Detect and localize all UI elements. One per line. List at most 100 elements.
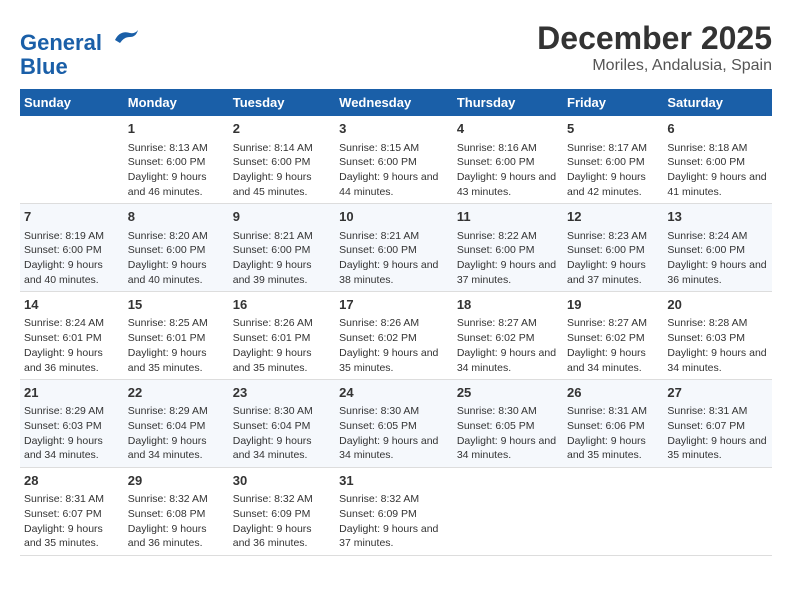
calendar-week-row: 1 Sunrise: 8:13 AMSunset: 6:00 PMDaylight… <box>20 116 772 203</box>
day-info: Sunrise: 8:32 AMSunset: 6:09 PMDaylight:… <box>233 492 331 551</box>
day-info: Sunrise: 8:26 AMSunset: 6:01 PMDaylight:… <box>233 316 331 375</box>
day-info: Sunrise: 8:16 AMSunset: 6:00 PMDaylight:… <box>457 141 559 200</box>
day-info: Sunrise: 8:21 AMSunset: 6:00 PMDaylight:… <box>339 229 449 288</box>
day-info: Sunrise: 8:21 AMSunset: 6:00 PMDaylight:… <box>233 229 331 288</box>
day-number: 23 <box>233 384 331 402</box>
day-info: Sunrise: 8:26 AMSunset: 6:02 PMDaylight:… <box>339 316 449 375</box>
title-area: December 2025 Moriles, Andalusia, Spain <box>537 20 772 75</box>
day-info: Sunrise: 8:30 AMSunset: 6:05 PMDaylight:… <box>457 404 559 463</box>
calendar-day-cell <box>20 116 124 203</box>
calendar-day-cell <box>563 468 663 556</box>
day-info: Sunrise: 8:25 AMSunset: 6:01 PMDaylight:… <box>128 316 225 375</box>
weekday-header-sunday: Sunday <box>20 89 124 116</box>
day-number: 12 <box>567 208 659 226</box>
calendar-day-cell: 24 Sunrise: 8:30 AMSunset: 6:05 PMDayligh… <box>335 380 453 468</box>
weekday-header-tuesday: Tuesday <box>229 89 335 116</box>
calendar-table: SundayMondayTuesdayWednesdayThursdayFrid… <box>20 89 772 556</box>
calendar-day-cell: 17 Sunrise: 8:26 AMSunset: 6:02 PMDayligh… <box>335 292 453 380</box>
day-info: Sunrise: 8:17 AMSunset: 6:00 PMDaylight:… <box>567 141 659 200</box>
logo-blue: Blue <box>20 54 68 79</box>
day-number: 29 <box>128 472 225 490</box>
day-info: Sunrise: 8:32 AMSunset: 6:09 PMDaylight:… <box>339 492 449 551</box>
day-number: 9 <box>233 208 331 226</box>
month-title: December 2025 <box>537 20 772 57</box>
location-title: Moriles, Andalusia, Spain <box>537 57 772 75</box>
day-info: Sunrise: 8:28 AMSunset: 6:03 PMDaylight:… <box>667 316 768 375</box>
day-info: Sunrise: 8:22 AMSunset: 6:00 PMDaylight:… <box>457 229 559 288</box>
day-number: 6 <box>667 120 768 138</box>
day-info: Sunrise: 8:31 AMSunset: 6:07 PMDaylight:… <box>667 404 768 463</box>
calendar-day-cell: 27 Sunrise: 8:31 AMSunset: 6:07 PMDayligh… <box>663 380 772 468</box>
day-number: 2 <box>233 120 331 138</box>
calendar-day-cell: 14Sunrise: 8:24 AMSunset: 6:01 PMDayligh… <box>20 292 124 380</box>
day-info: Sunrise: 8:30 AMSunset: 6:04 PMDaylight:… <box>233 404 331 463</box>
day-info: Sunrise: 8:31 AMSunset: 6:06 PMDaylight:… <box>567 404 659 463</box>
day-info: Sunrise: 8:32 AMSunset: 6:08 PMDaylight:… <box>128 492 225 551</box>
day-number: 30 <box>233 472 331 490</box>
logo-bird-icon <box>110 20 140 50</box>
calendar-day-cell: 25Sunrise: 8:30 AMSunset: 6:05 PMDayligh… <box>453 380 563 468</box>
weekday-header-thursday: Thursday <box>453 89 563 116</box>
calendar-day-cell: 30 Sunrise: 8:32 AMSunset: 6:09 PMDayligh… <box>229 468 335 556</box>
calendar-day-cell: 7 Sunrise: 8:19 AMSunset: 6:00 PMDaylight… <box>20 204 124 292</box>
calendar-day-cell: 22 Sunrise: 8:29 AMSunset: 6:04 PMDayligh… <box>124 380 229 468</box>
weekday-header-wednesday: Wednesday <box>335 89 453 116</box>
calendar-day-cell <box>663 468 772 556</box>
day-number: 28 <box>24 472 120 490</box>
day-info: Sunrise: 8:31 AMSunset: 6:07 PMDaylight:… <box>24 492 120 551</box>
day-info: Sunrise: 8:13 AMSunset: 6:00 PMDaylight:… <box>128 141 225 200</box>
day-number: 20 <box>667 296 768 314</box>
calendar-day-cell: 31 Sunrise: 8:32 AMSunset: 6:09 PMDayligh… <box>335 468 453 556</box>
calendar-day-cell: 1 Sunrise: 8:13 AMSunset: 6:00 PMDaylight… <box>124 116 229 203</box>
calendar-day-cell: 5Sunrise: 8:17 AMSunset: 6:00 PMDaylight… <box>563 116 663 203</box>
day-number: 24 <box>339 384 449 402</box>
day-number: 13 <box>667 208 768 226</box>
calendar-day-cell: 29 Sunrise: 8:32 AMSunset: 6:08 PMDayligh… <box>124 468 229 556</box>
calendar-week-row: 14Sunrise: 8:24 AMSunset: 6:01 PMDayligh… <box>20 292 772 380</box>
calendar-day-cell: 28 Sunrise: 8:31 AMSunset: 6:07 PMDayligh… <box>20 468 124 556</box>
weekday-header-saturday: Saturday <box>663 89 772 116</box>
day-info: Sunrise: 8:19 AMSunset: 6:00 PMDaylight:… <box>24 229 120 288</box>
day-number: 3 <box>339 120 449 138</box>
day-number: 4 <box>457 120 559 138</box>
weekday-header-friday: Friday <box>563 89 663 116</box>
day-number: 8 <box>128 208 225 226</box>
calendar-day-cell: 16Sunrise: 8:26 AMSunset: 6:01 PMDayligh… <box>229 292 335 380</box>
calendar-day-cell: 15 Sunrise: 8:25 AMSunset: 6:01 PMDayligh… <box>124 292 229 380</box>
logo-general: General <box>20 30 102 55</box>
calendar-day-cell: 4 Sunrise: 8:16 AMSunset: 6:00 PMDaylight… <box>453 116 563 203</box>
calendar-day-cell: 21 Sunrise: 8:29 AMSunset: 6:03 PMDayligh… <box>20 380 124 468</box>
day-info: Sunrise: 8:27 AMSunset: 6:02 PMDaylight:… <box>567 316 659 375</box>
day-number: 27 <box>667 384 768 402</box>
day-number: 19 <box>567 296 659 314</box>
day-info: Sunrise: 8:18 AMSunset: 6:00 PMDaylight:… <box>667 141 768 200</box>
weekday-header-row: SundayMondayTuesdayWednesdayThursdayFrid… <box>20 89 772 116</box>
calendar-day-cell: 6 Sunrise: 8:18 AMSunset: 6:00 PMDaylight… <box>663 116 772 203</box>
day-number: 17 <box>339 296 449 314</box>
calendar-day-cell: 2 Sunrise: 8:14 AMSunset: 6:00 PMDaylight… <box>229 116 335 203</box>
calendar-day-cell: 18 Sunrise: 8:27 AMSunset: 6:02 PMDayligh… <box>453 292 563 380</box>
day-number: 22 <box>128 384 225 402</box>
header: General Blue December 2025 Moriles, Anda… <box>20 20 772 79</box>
calendar-day-cell: 20 Sunrise: 8:28 AMSunset: 6:03 PMDayligh… <box>663 292 772 380</box>
day-number: 15 <box>128 296 225 314</box>
day-info: Sunrise: 8:27 AMSunset: 6:02 PMDaylight:… <box>457 316 559 375</box>
calendar-day-cell: 23 Sunrise: 8:30 AMSunset: 6:04 PMDayligh… <box>229 380 335 468</box>
day-info: Sunrise: 8:29 AMSunset: 6:03 PMDaylight:… <box>24 404 120 463</box>
day-number: 21 <box>24 384 120 402</box>
day-number: 1 <box>128 120 225 138</box>
day-info: Sunrise: 8:15 AMSunset: 6:00 PMDaylight:… <box>339 141 449 200</box>
day-number: 31 <box>339 472 449 490</box>
day-number: 10 <box>339 208 449 226</box>
day-info: Sunrise: 8:29 AMSunset: 6:04 PMDaylight:… <box>128 404 225 463</box>
day-info: Sunrise: 8:30 AMSunset: 6:05 PMDaylight:… <box>339 404 449 463</box>
calendar-day-cell: 8 Sunrise: 8:20 AMSunset: 6:00 PMDaylight… <box>124 204 229 292</box>
calendar-day-cell <box>453 468 563 556</box>
day-info: Sunrise: 8:20 AMSunset: 6:00 PMDaylight:… <box>128 229 225 288</box>
calendar-day-cell: 10 Sunrise: 8:21 AMSunset: 6:00 PMDayligh… <box>335 204 453 292</box>
day-number: 18 <box>457 296 559 314</box>
calendar-day-cell: 19 Sunrise: 8:27 AMSunset: 6:02 PMDayligh… <box>563 292 663 380</box>
day-number: 14 <box>24 296 120 314</box>
day-info: Sunrise: 8:14 AMSunset: 6:00 PMDaylight:… <box>233 141 331 200</box>
day-number: 7 <box>24 208 120 226</box>
